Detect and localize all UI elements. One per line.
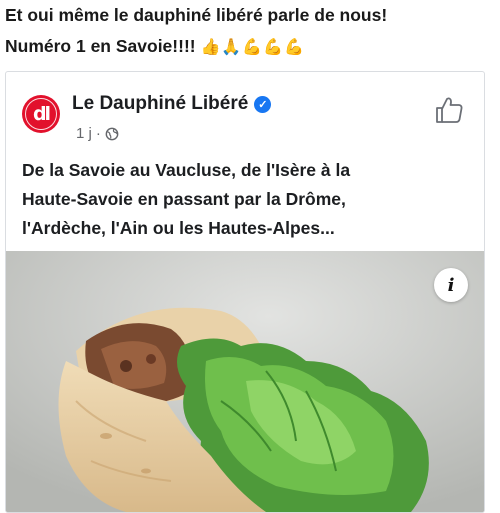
meta-separator: · [95, 125, 101, 142]
page-name-text[interactable]: Le Dauphiné Libéré [72, 93, 248, 115]
page-name[interactable]: Le Dauphiné Libéré ✓ [72, 93, 272, 115]
post-caption: Et oui même le dauphiné libéré parle de … [5, 0, 500, 63]
article-photo[interactable]: i [6, 251, 484, 512]
post-time[interactable]: 1 j [76, 125, 92, 142]
shared-post-card[interactable]: dl Le Dauphiné Libéré ✓ 1 j · De la Savo… [5, 71, 485, 513]
post-meta: 1 j · [76, 125, 119, 142]
post-caption-line-2-text: Numéro 1 en Savoie!!!! [5, 36, 196, 56]
article-snippet-line-3: l'Ardèche, l'Ain ou les Hautes-Alpes... [22, 218, 335, 238]
page-avatar[interactable]: dl [22, 95, 60, 133]
article-snippet[interactable]: De la Savoie au Vaucluse, de l'Isère à l… [22, 156, 472, 243]
thumbs-up-icon[interactable] [434, 95, 464, 125]
post-caption-line-2: Numéro 1 en Savoie!!!! 👍🙏💪💪💪 [5, 31, 500, 63]
card-header: dl Le Dauphiné Libéré ✓ 1 j · [6, 72, 484, 142]
verified-badge-icon: ✓ [254, 95, 272, 113]
sandwich-illustration [6, 251, 484, 512]
info-icon[interactable]: i [434, 268, 468, 302]
article-snippet-line-1: De la Savoie au Vaucluse, de l'Isère à l… [22, 160, 351, 180]
post-caption-line-1: Et oui même le dauphiné libéré parle de … [5, 5, 388, 25]
article-snippet-line-2: Haute-Savoie en passant par la Drôme, [22, 189, 346, 209]
globe-icon [105, 127, 119, 140]
emoji-group: 👍🙏💪💪💪 [200, 39, 306, 56]
